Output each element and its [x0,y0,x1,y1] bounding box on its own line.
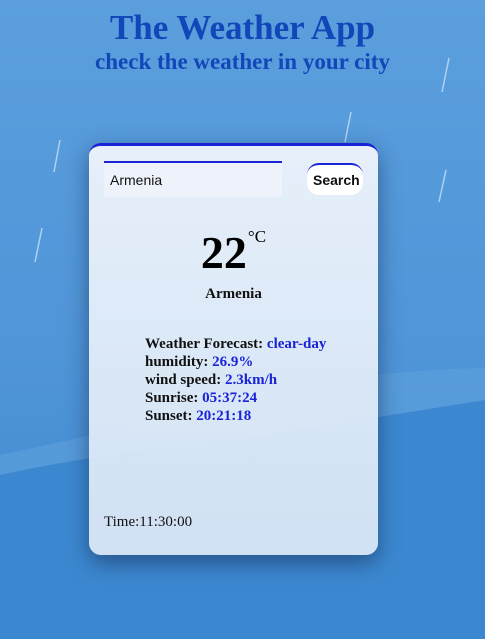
current-time: Time:11:30:00 [104,514,193,530]
app-title: The Weather App [109,8,376,47]
city-search-input[interactable] [104,161,282,197]
humidity-value: 26.9% [212,354,254,370]
temperature-unit: °C [247,227,267,246]
sunrise-value: 05:37:24 [202,390,258,406]
sunrise-label: Sunrise: [145,390,199,406]
temperature-display: 22°C [89,226,378,279]
temperature-value: 22 [200,227,247,278]
forecast-label: Weather Forecast: [145,336,264,352]
wind-value: 2.3km/h [225,372,278,388]
wind-row: wind speed: 2.3km/h [145,371,365,389]
weather-details: Weather Forecast: clear-day humidity: 26… [145,335,365,425]
humidity-label: humidity: [145,354,209,370]
sunrise-row: Sunrise: 05:37:24 [145,389,365,407]
sunset-row: Sunset: 20:21:18 [145,407,365,425]
city-name: Armenia [205,286,262,302]
app-header: The Weather App check the weather in you… [0,8,485,76]
wind-label: wind speed: [145,372,222,388]
sunset-label: Sunset: [145,408,193,424]
humidity-row: humidity: 26.9% [145,353,365,371]
forecast-value: clear-day [266,336,327,352]
app-subtitle: check the weather in your city [95,49,390,74]
sunset-value: 20:21:18 [196,408,252,424]
search-button[interactable]: Search [307,163,363,195]
forecast-row: Weather Forecast: clear-day [145,335,365,353]
weather-card: Search 22°C Armenia Weather Forecast: cl… [89,143,378,555]
